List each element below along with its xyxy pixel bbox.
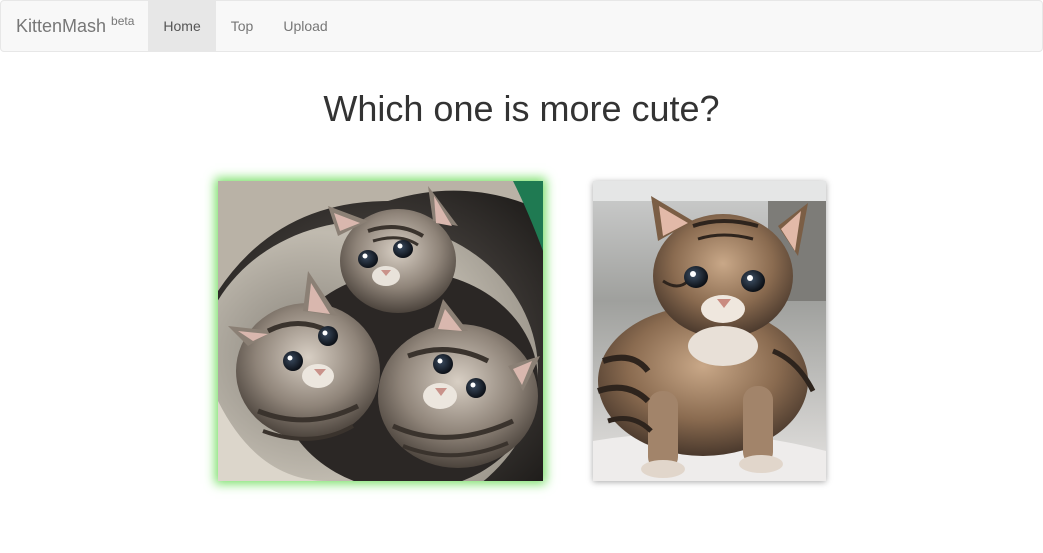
nav-item-upload[interactable]: Upload (268, 1, 342, 51)
nav-menu: Home Top Upload (148, 1, 342, 51)
page-question: Which one is more cute? (323, 88, 720, 129)
brand-link[interactable]: KittenMash beta (1, 1, 148, 51)
top-navbar: KittenMash beta Home Top Upload (0, 0, 1043, 52)
nav-item-top[interactable]: Top (216, 1, 269, 51)
nav-item-home[interactable]: Home (148, 1, 216, 51)
three-kittens-photo (218, 181, 543, 481)
brand-beta-badge: beta (111, 14, 135, 28)
kitten-choice-right[interactable] (593, 181, 826, 481)
single-kitten-photo (593, 181, 826, 481)
kitten-choice-left[interactable] (218, 181, 543, 481)
brand-name: KittenMash (16, 15, 107, 36)
